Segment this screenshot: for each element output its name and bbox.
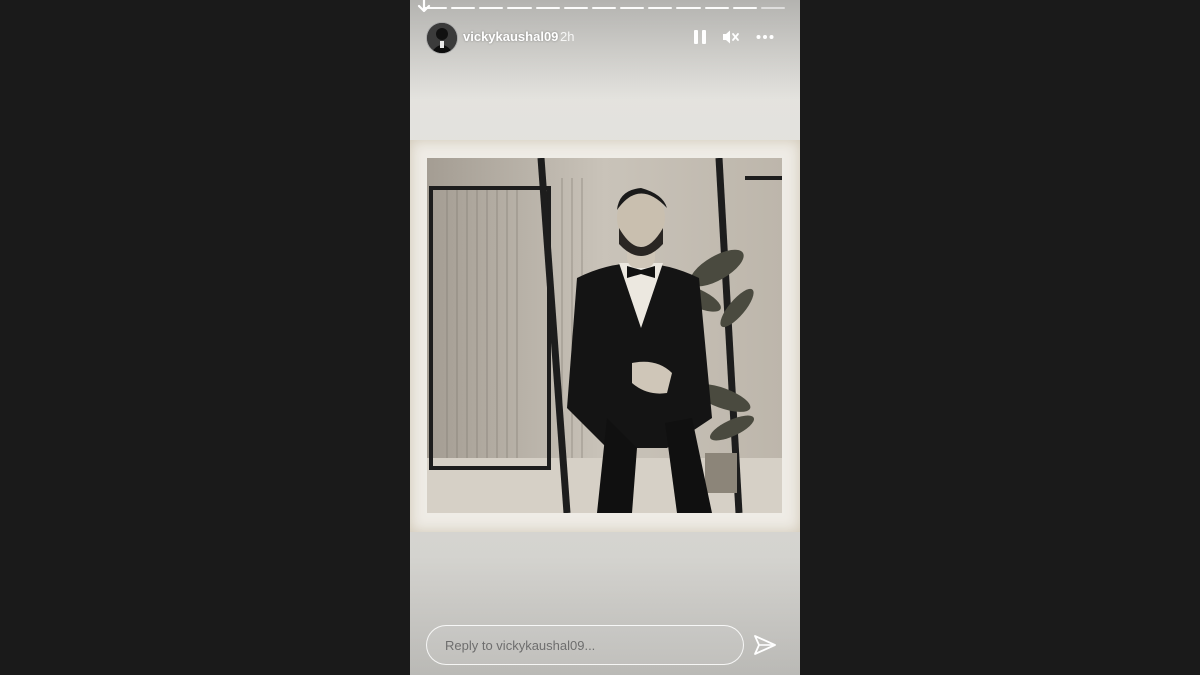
avatar[interactable] <box>426 22 458 54</box>
header-gradient <box>410 0 800 100</box>
pause-button[interactable] <box>690 27 710 47</box>
progress-segment <box>535 7 560 9</box>
portrait-photo <box>427 158 782 513</box>
avatar-portrait <box>427 23 457 53</box>
more-horizontal-icon <box>756 35 774 39</box>
story-progress-bar <box>423 7 786 10</box>
pause-icon <box>694 30 706 44</box>
post-time: 2h <box>560 29 575 44</box>
send-icon[interactable] <box>753 634 777 656</box>
speaker-muted-icon <box>723 30 739 44</box>
progress-segment <box>479 7 504 9</box>
reply-input[interactable] <box>426 625 744 665</box>
progress-segment <box>563 7 588 9</box>
progress-segment <box>676 7 701 9</box>
username[interactable]: vickykaushal09 <box>463 29 558 44</box>
more-options-button[interactable] <box>755 27 775 47</box>
progress-segment <box>620 7 645 9</box>
progress-segment <box>648 7 673 9</box>
mute-button[interactable] <box>721 27 741 47</box>
progress-segment <box>451 7 476 9</box>
progress-segment <box>507 7 532 9</box>
story-media-frame <box>410 140 800 532</box>
arrow-down-icon[interactable] <box>416 0 432 14</box>
progress-segment <box>704 7 729 9</box>
page: vickykaushal09 2h <box>0 0 1200 675</box>
progress-segment <box>732 7 757 9</box>
progress-segment <box>591 7 617 9</box>
story-photo <box>427 158 782 513</box>
story-viewer[interactable]: vickykaushal09 2h <box>410 0 800 675</box>
progress-segment <box>760 7 786 9</box>
